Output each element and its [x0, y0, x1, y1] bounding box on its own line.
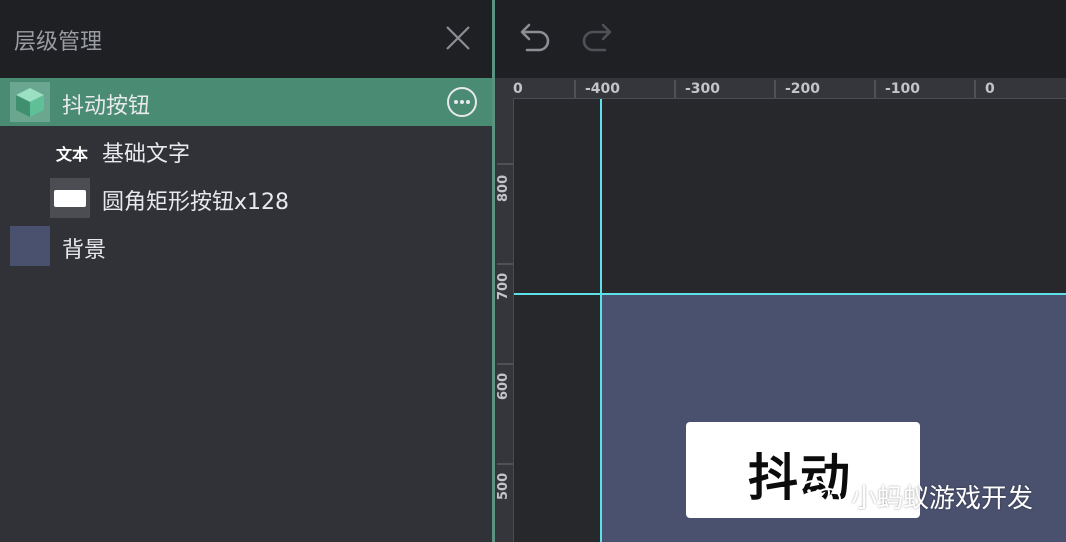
watermark-text: 小蚂蚁游戏开发: [851, 484, 1034, 514]
close-icon: [446, 26, 470, 50]
ruler-tick-label: 700: [496, 272, 511, 300]
layer-item-background[interactable]: 背景: [0, 222, 492, 270]
ruler-tick-label: 800: [496, 174, 511, 202]
layer-item-label: 抖动按钮: [62, 94, 151, 119]
ruler-tick-label: -300: [685, 81, 721, 97]
more-options-icon: [447, 87, 477, 117]
text-label-icon: 文本: [50, 132, 92, 168]
layer-panel: 层级管理 抖动按钮 文本 基础文字 圆角矩形按钮x128 背景: [0, 0, 492, 542]
layer-item-label: 背景: [62, 238, 107, 263]
layer-item-rounded-button[interactable]: 圆角矩形按钮x128: [0, 174, 492, 222]
ruler-tick-label: 600: [496, 372, 511, 400]
layer-item-label: 圆角矩形按钮x128: [102, 190, 290, 215]
watermark: 小蚂蚁游戏开发: [795, 476, 1055, 516]
undo-button[interactable]: [515, 20, 555, 58]
ruler-tick-label: -200: [785, 81, 821, 97]
layer-item-shake-button[interactable]: 抖动按钮: [0, 78, 492, 126]
ruler-horizontal-ticks: [574, 80, 976, 98]
sprite-thumbnail-icon: [50, 178, 90, 218]
layer-item-label: 基础文字: [102, 142, 191, 167]
guide-line-vertical[interactable]: [600, 99, 602, 542]
ruler-vertical[interactable]: 800 700 600 500: [495, 98, 514, 542]
ruler-tick-label: 500: [496, 472, 511, 500]
ruler-tick-label: -400: [585, 81, 621, 97]
ruler-horizontal[interactable]: 0 -400 -300 -200 -100 0: [495, 78, 1066, 99]
guide-line-horizontal[interactable]: [514, 293, 1066, 295]
ruler-tick-label: 0: [513, 81, 523, 97]
redo-icon: [582, 23, 612, 52]
color-swatch-icon: [10, 226, 50, 266]
undo-icon: [520, 23, 550, 52]
close-button[interactable]: [442, 22, 474, 54]
panel-title: 层级管理: [14, 30, 103, 55]
node-cube-icon: [10, 82, 50, 122]
layer-item-basic-text[interactable]: 文本 基础文字: [0, 126, 492, 174]
layer-panel-header: 层级管理: [0, 0, 492, 78]
ruler-tick-label: 0: [985, 81, 995, 97]
redo-button[interactable]: [577, 20, 617, 58]
ruler-tick-label: -100: [885, 81, 921, 97]
wechat-icon: [798, 480, 841, 510]
editor-toolbar: [495, 0, 1066, 78]
more-options-button[interactable]: [446, 86, 478, 118]
text-label-icon-glyph: 文本: [56, 145, 89, 164]
